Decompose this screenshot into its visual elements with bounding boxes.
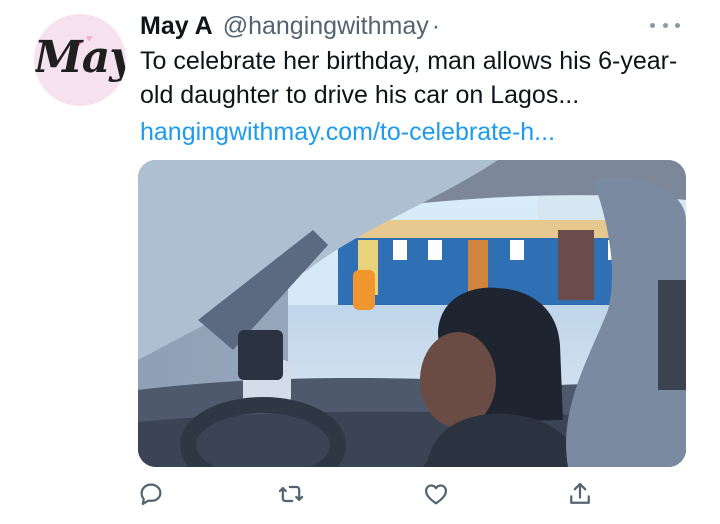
tweet-text: To celebrate her birthday, man allows hi… [140,47,678,109]
more-icon[interactable] [650,16,680,34]
tweet-actions [0,477,720,513]
separator-dot: · [431,12,441,40]
like-icon[interactable] [419,477,453,511]
share-icon[interactable] [563,477,597,511]
tweet[interactable]: ♥ ♥ May May A @hangingwithmay · To celeb… [0,0,720,524]
user-handle[interactable]: @hangingwithmay [223,12,429,41]
video-frame-image [138,160,686,467]
reply-icon[interactable] [134,477,168,511]
avatar-logo-text: May [34,32,126,83]
avatar[interactable]: ♥ ♥ May [34,14,126,106]
tweet-header: May A @hangingwithmay · [140,12,440,46]
retweet-icon[interactable] [274,477,308,511]
tweet-link[interactable]: hangingwithmay.com/to-celebrate-h... [140,115,555,149]
video-thumbnail[interactable] [138,160,686,467]
display-name[interactable]: May A [140,12,213,41]
